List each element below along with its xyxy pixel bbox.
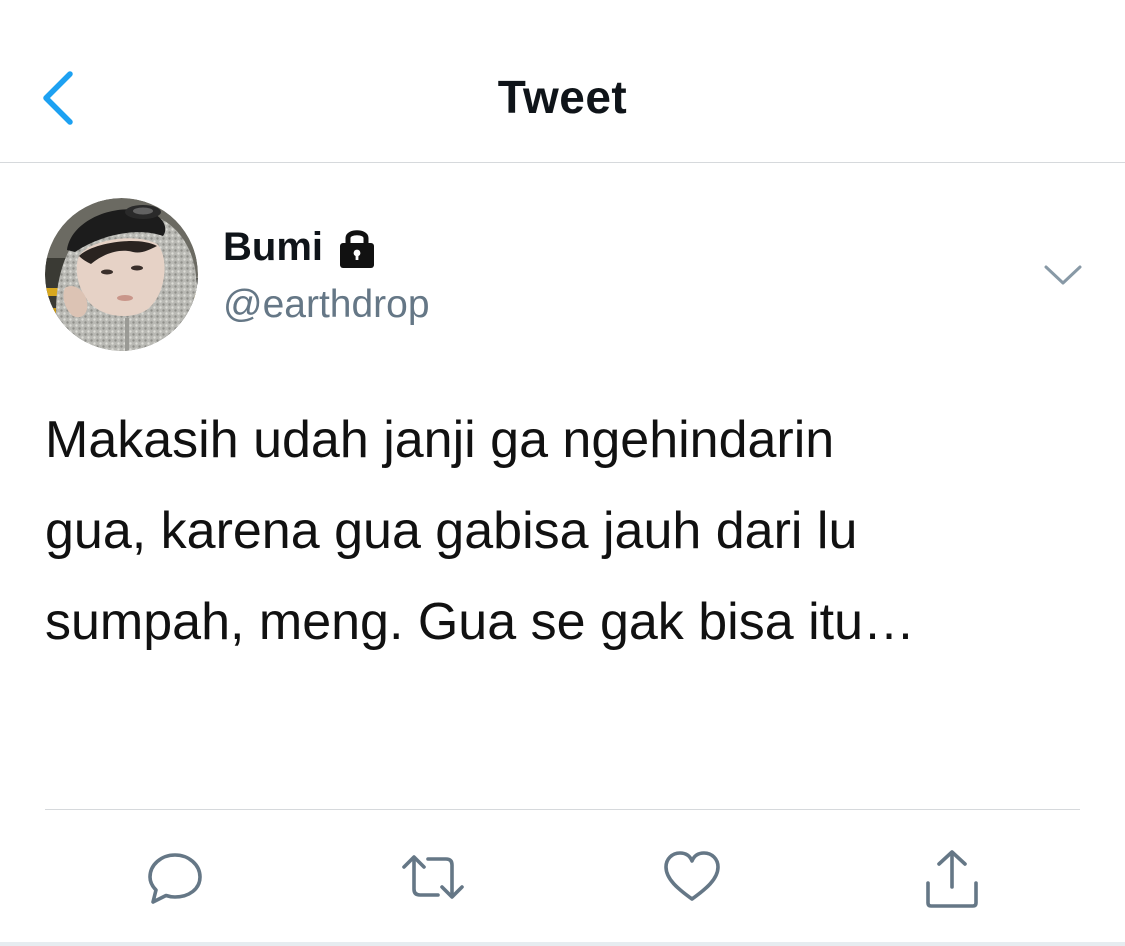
share-button[interactable] — [922, 847, 982, 908]
tweet-actions — [0, 811, 1125, 941]
display-name: Bumi — [223, 225, 323, 269]
nav-bar: Tweet — [0, 0, 1125, 163]
avatar[interactable] — [45, 198, 198, 351]
reply-icon — [148, 853, 202, 904]
heart-icon — [664, 851, 720, 901]
chevron-down-icon — [1044, 265, 1082, 285]
tweet-author: Bumi @earthdrop — [0, 163, 1125, 363]
like-button[interactable] — [662, 847, 722, 907]
retweet-button[interactable] — [400, 847, 464, 907]
divider — [45, 809, 1080, 810]
avatar-image — [45, 198, 198, 351]
tweet-text: Makasih udah janji ga ngehindarin gua, k… — [45, 411, 916, 651]
user-handle[interactable]: @earthdrop — [223, 283, 430, 327]
bottom-border — [0, 942, 1125, 946]
lock-icon — [337, 226, 377, 270]
share-icon — [926, 850, 978, 908]
more-options-button[interactable] — [1038, 255, 1088, 295]
page-title: Tweet — [497, 71, 628, 123]
retweet-icon — [402, 855, 464, 899]
reply-button[interactable] — [145, 847, 205, 907]
display-name-container[interactable]: Bumi — [223, 225, 377, 270]
